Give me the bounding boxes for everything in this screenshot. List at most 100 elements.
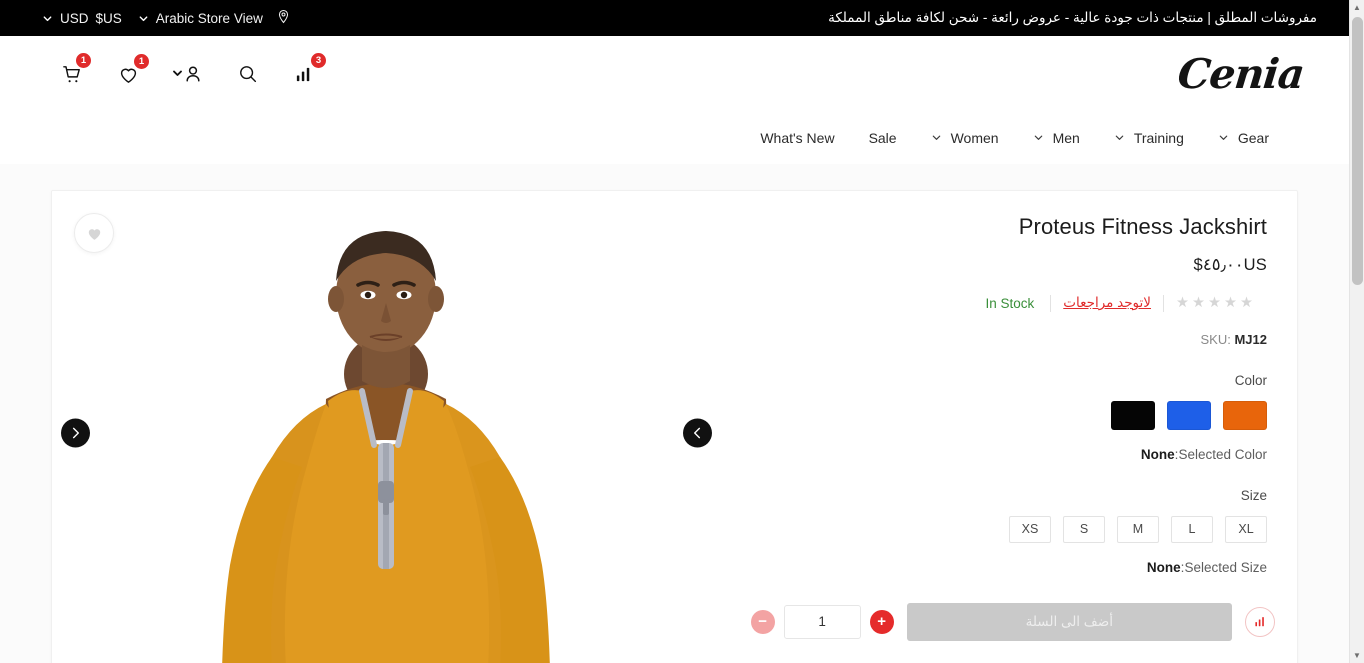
scrollbar-thumb[interactable] (1352, 17, 1363, 285)
compare-icon-button[interactable]: 3 (287, 53, 326, 91)
scrollbar-up-arrow[interactable]: ▲ (1350, 0, 1364, 15)
quantity-stepper: + − (750, 604, 894, 639)
selected-size-label: Selected Size (1184, 559, 1267, 575)
size-option-l[interactable]: L (1171, 515, 1213, 543)
size-option-xl[interactable]: XL (1225, 515, 1267, 543)
heart-icon (88, 228, 100, 240)
chevron-down-icon (42, 13, 53, 24)
topbar-switchers: USD $US Arabic Store View (30, 9, 299, 27)
product-gallery (52, 191, 721, 663)
compare-bars-icon (296, 67, 309, 81)
chevron-down-icon (1033, 132, 1044, 143)
add-to-compare-button[interactable] (1245, 606, 1275, 637)
nav-label: Sale (868, 129, 897, 146)
currency-label: USD (60, 10, 89, 26)
rating-stars[interactable]: ★ ★ ★ ★ ★ (1176, 296, 1267, 311)
product-card-wrapper: Proteus Fitness Jackshirt ٤٥٫٠٠US$ ★ ★ ★… (0, 164, 1349, 663)
color-swatch-black[interactable] (1111, 400, 1155, 430)
add-to-wishlist-button[interactable] (74, 213, 114, 253)
sku-value: MJ12 (1234, 331, 1267, 347)
product-info-column: Proteus Fitness Jackshirt ٤٥٫٠٠US$ ★ ★ ★… (721, 191, 1297, 663)
color-swatch-blue[interactable] (1167, 400, 1211, 430)
product-title: Proteus Fitness Jackshirt (1018, 214, 1267, 239)
chevron-left-icon (693, 427, 700, 438)
cart-badge: 1 (76, 53, 91, 68)
selected-color-label: Selected Color (1178, 446, 1267, 462)
scrollbar-down-arrow[interactable]: ▼ (1350, 648, 1364, 663)
compare-badge: 3 (311, 53, 326, 68)
meta-divider (1163, 294, 1164, 312)
quantity-decrease-button[interactable]: − (750, 609, 775, 634)
chevron-right-icon (72, 427, 79, 438)
chevron-down-icon (138, 13, 149, 24)
product-photo-svg (176, 199, 597, 663)
nav-label: Training (1133, 129, 1184, 146)
store-view-label: Arabic Store View (155, 10, 263, 26)
size-option-label: Size (1240, 487, 1267, 503)
wishlist-badge: 1 (134, 54, 149, 69)
product-card: Proteus Fitness Jackshirt ٤٥٫٠٠US$ ★ ★ ★… (51, 190, 1298, 663)
nav-label: Women (950, 129, 999, 146)
chevron-down-icon (1218, 132, 1229, 143)
nav-list: What's New Sale Women Men Training Gear (758, 124, 1271, 152)
star-icon: ★ (1224, 294, 1237, 311)
color-swatch-group (751, 400, 1267, 430)
selected-size-note: None:Selected Size (1146, 559, 1267, 575)
meta-divider (1050, 294, 1052, 312)
header-icon-group: 1 1 3 (40, 53, 326, 91)
star-icon: ★ (1176, 294, 1189, 311)
currency-switcher[interactable]: USD $US (34, 11, 130, 26)
sku-label: SKU: (1200, 331, 1231, 347)
wishlist-icon-button[interactable]: 1 (111, 54, 149, 91)
nav-item-women[interactable]: Women (929, 124, 1001, 152)
chevron-down-icon (1114, 132, 1125, 143)
gallery-next-button[interactable] (61, 418, 90, 447)
site-logo[interactable]: Cenia (1176, 50, 1317, 98)
product-actions: أضف الى السلة + − (721, 602, 1297, 663)
site-header: 1 1 3 Cenia (0, 36, 1349, 112)
page-scrollbar[interactable]: ▲ ▼ (1349, 0, 1364, 663)
size-option-xs[interactable]: XS (1009, 515, 1051, 543)
search-icon-button[interactable] (231, 57, 265, 91)
add-to-cart-button[interactable]: أضف الى السلة (906, 602, 1232, 641)
account-icon (173, 66, 200, 82)
product-meta-row: ★ ★ ★ ★ ★ لاتوجد مراجعات In Stock (751, 294, 1267, 312)
nav-item-whats-new[interactable]: What's New (758, 124, 836, 152)
promo-message: مفروشات المطلق | منتجات ذات جودة عالية -… (828, 10, 1317, 25)
nav-item-training[interactable]: Training (1112, 124, 1186, 152)
color-swatch-orange[interactable] (1223, 400, 1267, 430)
size-option-m[interactable]: M (1117, 515, 1159, 543)
selected-size-value: None (1146, 559, 1181, 575)
color-option-label: Color (1234, 372, 1267, 388)
nav-label: Men (1052, 129, 1080, 146)
store-view-switcher[interactable]: Arabic Store View (130, 9, 299, 27)
nav-item-men[interactable]: Men (1031, 124, 1082, 152)
main-navigation: What's New Sale Women Men Training Gear (0, 112, 1349, 164)
product-sku: SKU: MJ12 (751, 331, 1268, 347)
stock-status: In Stock (985, 295, 1035, 311)
star-icon: ★ (1240, 294, 1253, 311)
search-icon (240, 66, 257, 83)
selected-color-note: None:Selected Color (1140, 446, 1267, 462)
size-option-group: XL L M S XS (751, 515, 1267, 543)
nav-item-sale[interactable]: Sale (867, 124, 899, 152)
reviews-link[interactable]: لاتوجد مراجعات (1063, 295, 1151, 311)
star-icon: ★ (1192, 294, 1205, 311)
product-info-body: Proteus Fitness Jackshirt ٤٥٫٠٠US$ ★ ★ ★… (721, 213, 1297, 575)
product-price: ٤٥٫٠٠US$ (1193, 255, 1267, 274)
chevron-down-icon (931, 132, 942, 143)
page-viewport: مفروشات المطلق | منتجات ذات جودة عالية -… (0, 0, 1349, 663)
nav-item-gear[interactable]: Gear (1216, 124, 1271, 152)
nav-label: What's New (760, 129, 835, 146)
selected-color-value: None (1140, 446, 1175, 462)
gallery-prev-button[interactable] (682, 418, 712, 447)
cart-icon-button[interactable]: 1 (55, 53, 91, 91)
account-icon-button[interactable] (167, 57, 209, 91)
product-image[interactable] (176, 199, 597, 663)
star-icon: ★ (1208, 294, 1221, 311)
currency-symbol: $US (95, 10, 122, 26)
top-promo-bar: مفروشات المطلق | منتجات ذات جودة عالية -… (0, 0, 1349, 36)
quantity-increase-button[interactable]: + (869, 609, 894, 634)
quantity-input[interactable] (783, 604, 861, 639)
size-option-s[interactable]: S (1063, 515, 1105, 543)
